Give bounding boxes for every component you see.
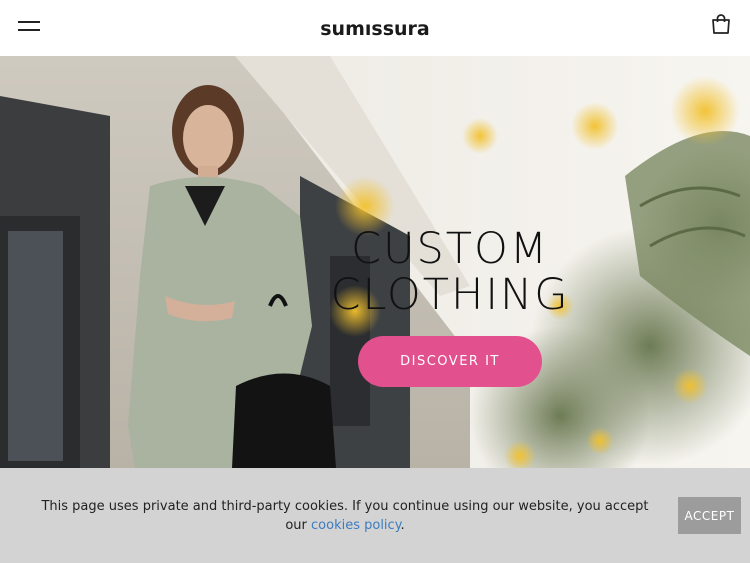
- site-logo[interactable]: sumıssura: [320, 18, 429, 40]
- discover-it-button[interactable]: DISCOVER IT: [358, 336, 542, 387]
- hero-title-line-1: CUSTOM: [350, 224, 549, 274]
- hero-title: CUSTOM CLOTHING: [320, 226, 580, 318]
- cookie-consent-bar: This page uses private and third-party c…: [0, 468, 750, 563]
- hero-title-line-2: CLOTHING: [330, 270, 570, 320]
- cookie-message-suffix: .: [400, 518, 405, 533]
- site-header: sumıssura: [0, 0, 750, 56]
- shopping-bag-icon[interactable]: [710, 13, 732, 35]
- cookie-message: This page uses private and third-party c…: [30, 497, 660, 535]
- hamburger-menu-icon[interactable]: [18, 18, 42, 34]
- cookies-policy-link[interactable]: cookies policy: [311, 518, 401, 533]
- accept-cookies-button[interactable]: ACCEPT: [678, 497, 741, 534]
- hero-banner: CUSTOM CLOTHING DISCOVER IT: [0, 56, 750, 468]
